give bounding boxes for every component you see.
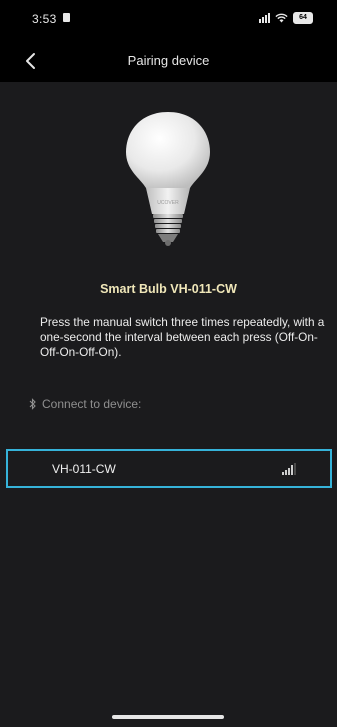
battery-icon: 64 xyxy=(293,12,313,24)
notification-icon xyxy=(63,13,70,22)
status-time: 3:53 xyxy=(32,12,57,26)
nav-bar: Pairing device xyxy=(0,40,337,82)
cellular-signal-icon xyxy=(259,13,270,23)
device-list-item[interactable]: VH-011-CW xyxy=(6,449,332,488)
bluetooth-icon xyxy=(29,398,36,410)
status-bar: 3:53 64 xyxy=(0,0,337,40)
pairing-instructions: Press the manual switch three times repe… xyxy=(40,315,325,359)
wifi-icon xyxy=(275,13,288,23)
connect-label: Connect to device: xyxy=(28,397,141,411)
product-name: Smart Bulb VH-011-CW xyxy=(100,282,237,296)
home-indicator[interactable] xyxy=(112,715,224,719)
connect-label-text: Connect to device: xyxy=(42,397,142,411)
device-name: VH-011-CW xyxy=(52,462,116,476)
brand-mark: UCOVER xyxy=(157,200,179,206)
signal-strength-icon xyxy=(282,463,296,475)
status-icons: 64 xyxy=(259,12,313,24)
bulb-image: UCOVER xyxy=(126,112,210,246)
page-title: Pairing device xyxy=(127,53,210,68)
